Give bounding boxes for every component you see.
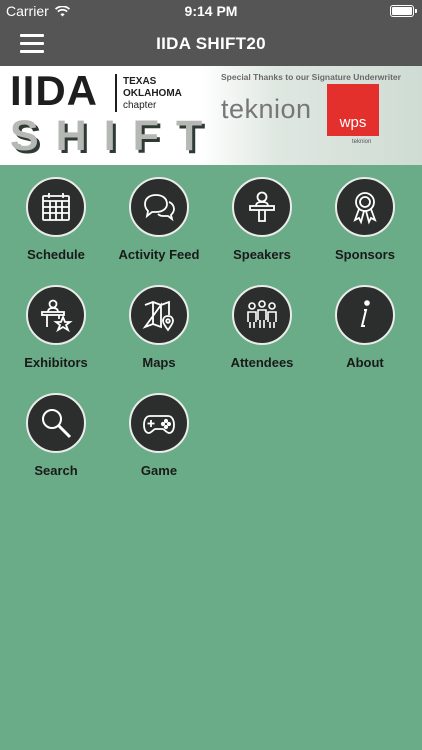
activity-feed-circle — [129, 177, 189, 237]
maps-circle — [129, 285, 189, 345]
menu-tile-search[interactable]: Search — [5, 381, 107, 481]
menu-label: Game — [140, 463, 178, 478]
menu-label: Sponsors — [335, 247, 395, 262]
chapter-line-texas: TEXAS — [123, 76, 157, 87]
page-title: IIDA SHIFT20 — [156, 34, 266, 53]
wps-logo-subtext: teknion — [352, 139, 372, 145]
logo-divider — [115, 74, 117, 112]
underwriter-thanks: Special Thanks to our Signature Underwri… — [221, 72, 401, 82]
shift-logo-text: SHIFT — [10, 112, 220, 160]
search-circle — [26, 393, 86, 453]
menu-label: Attendees — [230, 355, 294, 370]
schedule-circle — [26, 177, 86, 237]
menu-tile-sponsors[interactable]: Sponsors — [314, 165, 416, 265]
menu-tile-game[interactable]: Game — [108, 381, 210, 481]
wps-logo-text: wps — [339, 114, 367, 131]
gamepad-icon — [143, 415, 175, 434]
menu-label: Speakers — [233, 247, 291, 262]
status-bar: Carrier 9:14 PM — [0, 0, 422, 22]
speakers-circle — [232, 177, 292, 237]
people-group-icon — [247, 300, 277, 328]
sponsors-circle — [335, 177, 395, 237]
menu-tile-attendees[interactable]: Attendees — [211, 273, 313, 373]
menu-label: Maps — [142, 355, 176, 370]
chapter-line-oklahoma: OKLAHOMA — [123, 88, 182, 99]
chapter-name: TEXAS OKLAHOMA chapter — [123, 76, 182, 112]
exhibitors-circle — [26, 285, 86, 345]
menu-tile-activity-feed[interactable]: Activity Feed — [108, 165, 210, 265]
battery-icon — [390, 5, 417, 17]
menu-tile-about[interactable]: About — [314, 273, 416, 373]
speaker-podium-icon — [249, 191, 275, 222]
exhibitor-star-icon — [41, 299, 73, 333]
teknion-logo: teknion — [221, 94, 312, 124]
menu-label: Search — [34, 463, 78, 478]
menu-tile-exhibitors[interactable]: Exhibitors — [5, 273, 107, 373]
chat-bubbles-icon — [144, 194, 175, 222]
menu-tile-maps[interactable]: Maps — [108, 273, 210, 373]
info-icon — [360, 300, 370, 327]
nav-bar: IIDA SHIFT20 — [0, 22, 422, 66]
menu-label: Exhibitors — [24, 355, 88, 370]
iida-logo-text: IIDA — [10, 67, 98, 114]
award-ribbon-icon — [353, 192, 377, 225]
game-circle — [129, 393, 189, 453]
menu-label: Schedule — [27, 247, 85, 262]
calendar-icon — [42, 193, 70, 221]
status-time: 9:14 PM — [184, 3, 238, 19]
menu-tile-speakers[interactable]: Speakers — [211, 165, 313, 265]
menu-label: About — [346, 355, 384, 370]
chapter-line-chapter: chapter — [123, 100, 157, 111]
attendees-circle — [232, 285, 292, 345]
map-pin-icon — [142, 300, 174, 332]
about-circle — [335, 285, 395, 345]
magnifier-icon — [42, 409, 72, 439]
menu-tile-schedule[interactable]: Schedule — [5, 165, 107, 265]
menu-label: Activity Feed — [118, 247, 200, 262]
